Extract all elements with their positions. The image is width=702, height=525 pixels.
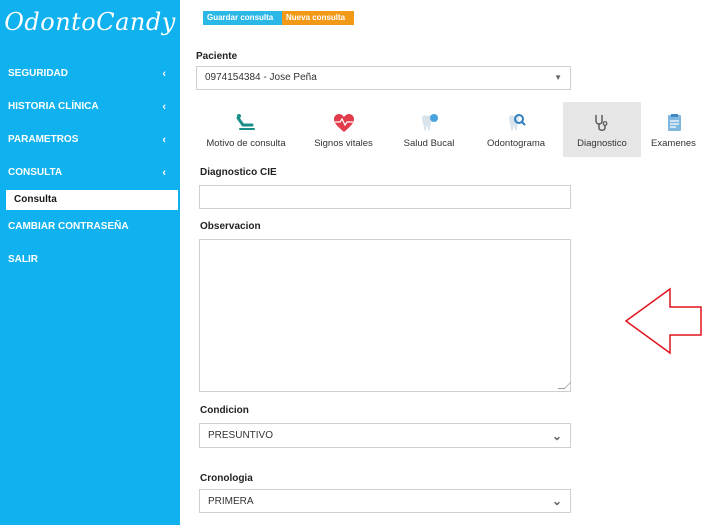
tab-diagnostico[interactable]: Diagnostico bbox=[563, 102, 641, 157]
tab-examenes[interactable]: Examenes bbox=[645, 102, 702, 157]
condition-select[interactable]: PRESUNTIVO ⌄ bbox=[199, 423, 571, 448]
app-logo: OdontoCandy bbox=[4, 8, 176, 36]
tab-label: Signos vitales bbox=[314, 138, 373, 149]
sidebar-item-consulta[interactable]: CONSULTA ‹ bbox=[0, 163, 180, 183]
patient-label: Paciente bbox=[196, 51, 238, 62]
sidebar-item-label: HISTORIA CLÍNICA bbox=[8, 101, 99, 112]
tooth-search-icon bbox=[509, 114, 526, 131]
chevron-left-icon: ‹ bbox=[162, 68, 166, 80]
observation-label: Observacion bbox=[200, 221, 261, 232]
diagnosis-label: Diagnostico CIE bbox=[200, 167, 277, 178]
new-consultation-button[interactable]: Nueva consulta bbox=[282, 11, 354, 25]
chevron-left-icon: ‹ bbox=[162, 167, 166, 179]
heart-pulse-icon bbox=[333, 114, 354, 132]
tab-label: Odontograma bbox=[486, 138, 546, 149]
patient-select[interactable]: 0974154384 - Jose Peña ▼ bbox=[196, 66, 571, 90]
tooth-sparkle-icon bbox=[422, 114, 438, 131]
consultation-tabs: Motivo de consulta Signos vitales Salud … bbox=[195, 102, 702, 157]
chevron-left-icon: ‹ bbox=[162, 134, 166, 146]
dropdown-arrow-icon: ▼ bbox=[554, 73, 562, 82]
chronology-label: Cronologia bbox=[200, 473, 253, 484]
chevron-left-icon: ‹ bbox=[162, 101, 166, 113]
sidebar-item-parametros[interactable]: PARAMETROS ‹ bbox=[0, 130, 180, 150]
condition-label: Condicion bbox=[200, 405, 249, 416]
observation-textarea[interactable] bbox=[199, 239, 572, 392]
sidebar-item-label: PARAMETROS bbox=[8, 134, 79, 145]
tab-odontograma[interactable]: Odontograma bbox=[473, 102, 559, 157]
chevron-down-icon: ⌄ bbox=[551, 429, 562, 443]
sidebar-item-label: CAMBIAR CONTRASEÑA bbox=[8, 221, 129, 232]
sidebar-subitem-consulta[interactable]: Consulta bbox=[6, 190, 178, 210]
resize-handle-icon[interactable] bbox=[557, 382, 572, 389]
clipboard-icon bbox=[667, 114, 681, 131]
condition-value: PRESUNTIVO bbox=[208, 430, 274, 441]
tab-label: Motivo de consulta bbox=[206, 138, 286, 149]
sidebar-item-historia-clinica[interactable]: HISTORIA CLÍNICA ‹ bbox=[0, 97, 180, 117]
sidebar: OdontoCandy SEGURIDAD ‹ HISTORIA CLÍNICA… bbox=[0, 0, 180, 525]
diagnosis-input[interactable] bbox=[199, 185, 571, 209]
sidebar-item-salir[interactable]: SALIR bbox=[0, 250, 180, 270]
tab-label: Examenes bbox=[651, 138, 696, 149]
patient-value: 0974154384 - Jose Peña bbox=[205, 72, 317, 83]
sidebar-item-seguridad[interactable]: SEGURIDAD ‹ bbox=[0, 64, 180, 84]
sidebar-item-cambiar-contrasena[interactable]: CAMBIAR CONTRASEÑA bbox=[0, 217, 180, 237]
tab-signos-vitales[interactable]: Signos vitales bbox=[300, 102, 387, 157]
sidebar-item-label: SALIR bbox=[8, 254, 38, 265]
chronology-value: PRIMERA bbox=[208, 496, 254, 507]
tab-label: Diagnostico bbox=[577, 138, 627, 149]
tab-motivo-de-consulta[interactable]: Motivo de consulta bbox=[195, 102, 297, 157]
dental-chair-icon bbox=[236, 114, 255, 130]
tab-salud-bucal[interactable]: Salud Bucal bbox=[389, 102, 469, 157]
annotation-arrow-left-icon bbox=[624, 287, 702, 355]
sidebar-item-label: SEGURIDAD bbox=[8, 68, 69, 79]
tab-label: Salud Bucal bbox=[403, 138, 455, 149]
sidebar-item-label: CONSULTA bbox=[8, 167, 63, 178]
chronology-select[interactable]: PRIMERA ⌄ bbox=[199, 489, 571, 513]
save-consultation-button[interactable]: Guardar consulta bbox=[203, 11, 282, 25]
stethoscope-icon bbox=[595, 115, 608, 131]
chevron-down-icon: ⌄ bbox=[551, 494, 562, 508]
